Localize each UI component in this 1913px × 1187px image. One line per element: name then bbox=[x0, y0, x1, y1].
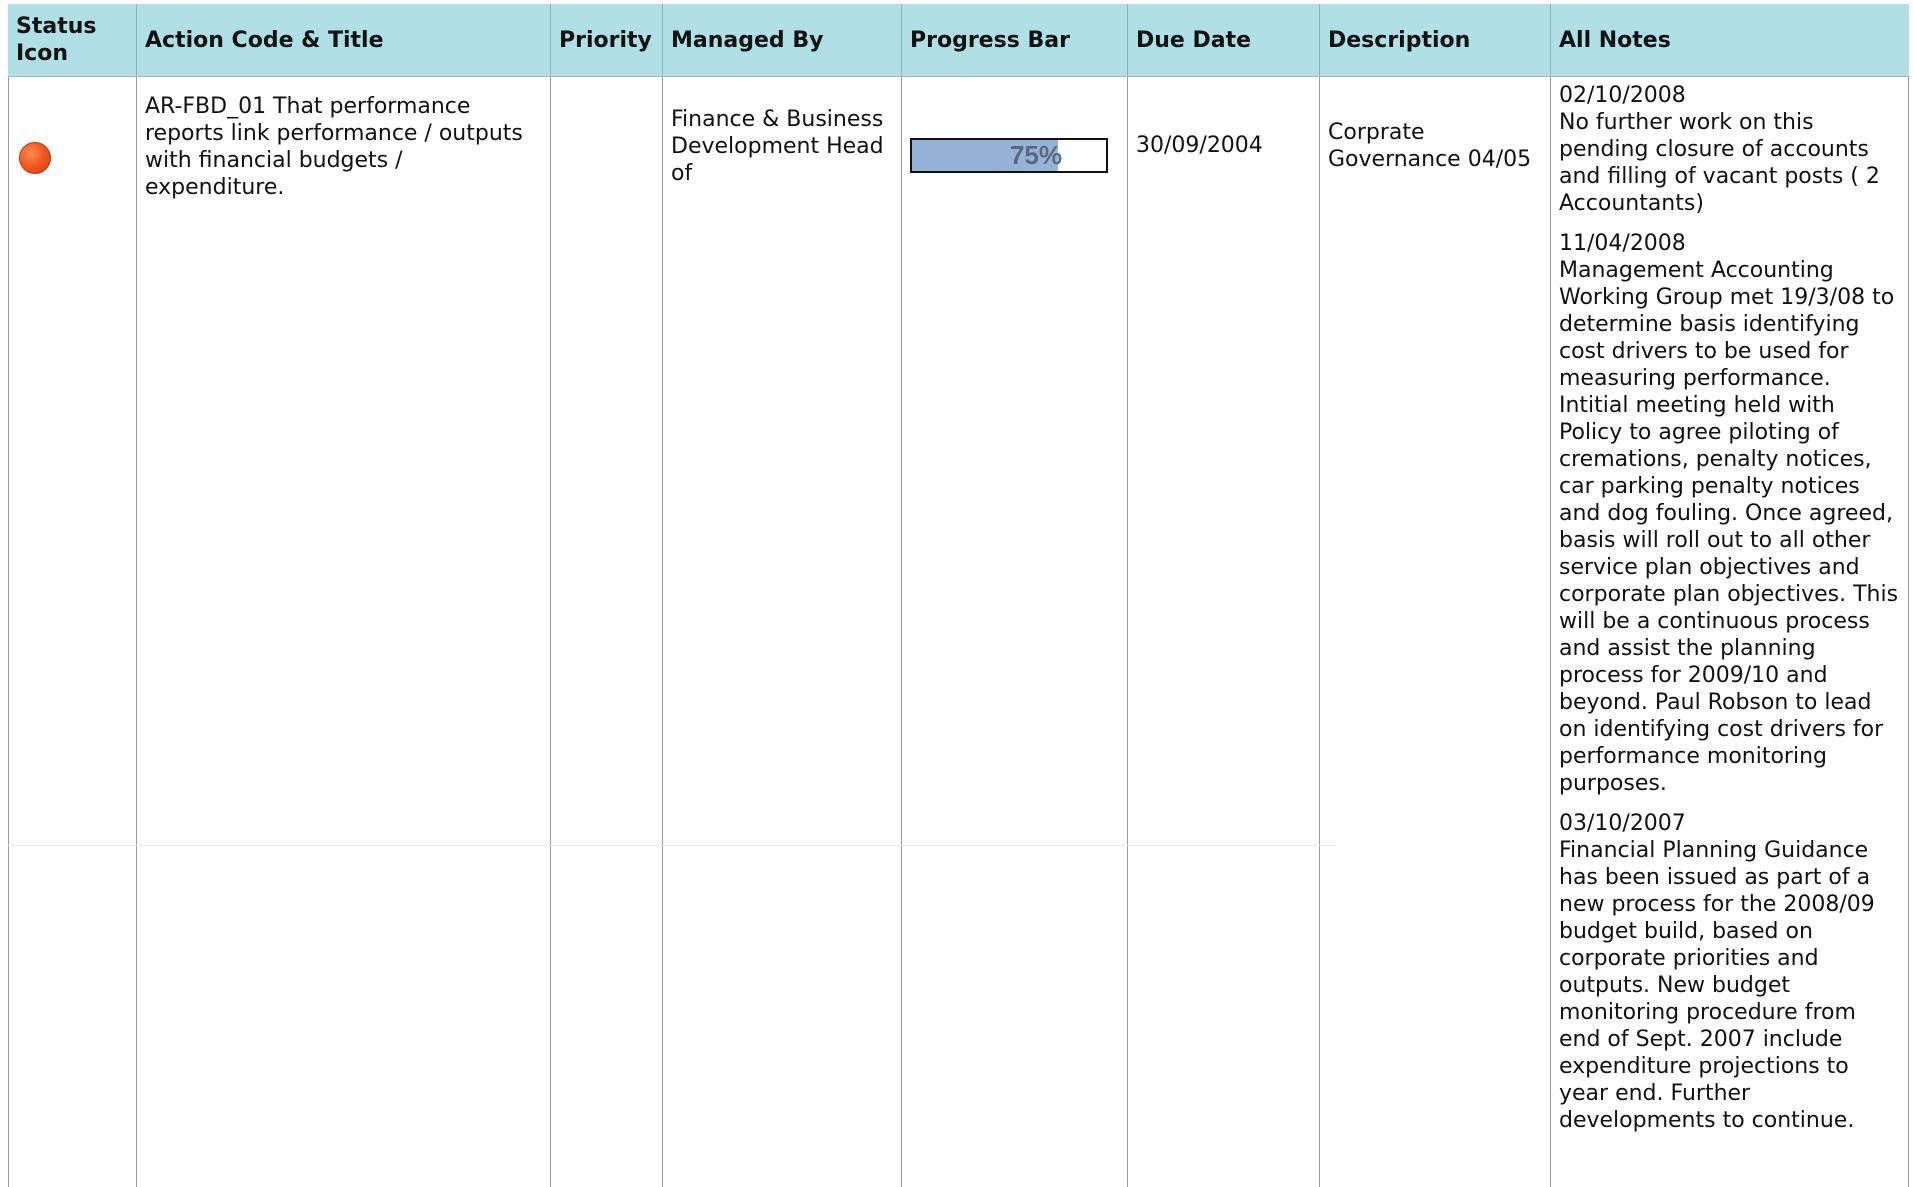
table-header: Status Icon Action Code & Title Priority… bbox=[8, 4, 1909, 77]
header-status-icon[interactable]: Status Icon bbox=[8, 4, 137, 76]
header-due-date[interactable]: Due Date bbox=[1128, 4, 1320, 76]
table-row[interactable]: AR-FBD_01 That performance reports link … bbox=[8, 77, 1909, 1187]
note-date: 11/04/2008 bbox=[1559, 231, 1686, 256]
description-value: Corprate Governance 04/05 bbox=[1328, 120, 1532, 172]
header-all-notes[interactable]: All Notes bbox=[1551, 4, 1909, 76]
managed-by-value: Finance & Business Development Head of bbox=[671, 107, 884, 186]
due-date-cell: 30/09/2004 bbox=[1128, 77, 1320, 1187]
action-code-title[interactable]: AR-FBD_01 That performance reports link … bbox=[145, 77, 542, 201]
managed-by-cell: Finance & Business Development Head of bbox=[663, 77, 902, 1187]
note-text: No further work on this pending closure … bbox=[1559, 110, 1880, 216]
header-priority[interactable]: Priority bbox=[551, 4, 663, 76]
header-progress-bar[interactable]: Progress Bar bbox=[902, 4, 1128, 76]
note-entry: 02/10/2008 No further work on this pendi… bbox=[1559, 77, 1900, 217]
note-entry: 03/10/2007 Financial Planning Guidance h… bbox=[1559, 803, 1900, 1134]
header-action-code-title[interactable]: Action Code & Title bbox=[137, 4, 551, 76]
priority-cell bbox=[551, 77, 663, 1187]
due-date-value: 30/09/2004 bbox=[1136, 133, 1263, 158]
note-date: 03/10/2007 bbox=[1559, 811, 1686, 836]
row-divider bbox=[8, 845, 1336, 846]
note-text: Management Accounting Working Group met … bbox=[1559, 258, 1899, 796]
progress-label: 75% bbox=[1009, 140, 1062, 170]
header-managed-by[interactable]: Managed By bbox=[663, 4, 902, 76]
status-cell bbox=[8, 77, 137, 1187]
progress-cell: 75% bbox=[902, 77, 1128, 1187]
header-description[interactable]: Description bbox=[1320, 4, 1551, 76]
progress-bar: 75% bbox=[910, 138, 1108, 173]
note-text: Financial Planning Guidance has been iss… bbox=[1559, 838, 1875, 1133]
description-cell: Corprate Governance 04/05 bbox=[1320, 77, 1551, 1187]
note-entry: 11/04/2008 Management Accounting Working… bbox=[1559, 223, 1900, 797]
notes-cell: 02/10/2008 No further work on this pendi… bbox=[1551, 77, 1909, 1187]
note-date: 02/10/2008 bbox=[1559, 83, 1686, 108]
action-cell: AR-FBD_01 That performance reports link … bbox=[137, 77, 551, 1187]
red-circle-icon bbox=[19, 142, 51, 174]
